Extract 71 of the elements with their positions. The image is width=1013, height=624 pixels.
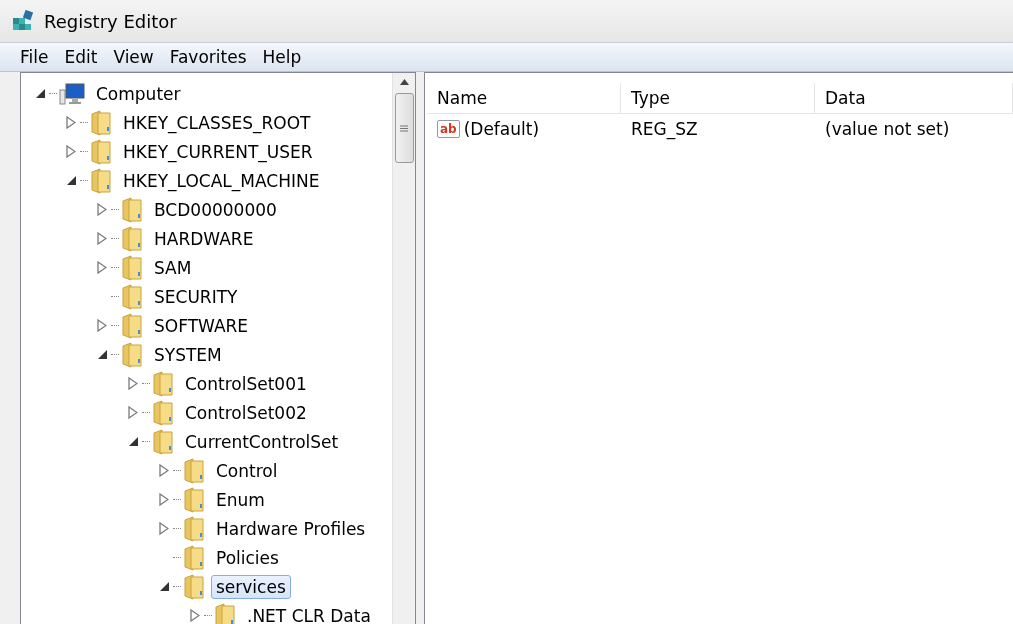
tree-item[interactable]: SAM — [149, 255, 197, 280]
folder-icon — [90, 167, 112, 194]
expand-icon[interactable] — [66, 145, 76, 158]
menu-item[interactable]: View — [107, 47, 160, 67]
expand-icon[interactable] — [97, 232, 107, 245]
folder-icon — [152, 370, 174, 397]
folder-icon — [121, 225, 143, 252]
folder-icon — [152, 428, 174, 455]
tree-item[interactable]: HKEY_CURRENT_USER — [118, 139, 318, 164]
folder-icon — [121, 254, 143, 281]
expand-icon[interactable] — [159, 522, 169, 535]
expand-icon[interactable] — [97, 261, 107, 274]
string-value-icon: ab — [437, 120, 460, 138]
folder-icon — [121, 312, 143, 339]
tree-item[interactable]: BCD00000000 — [149, 197, 282, 222]
scroll-up-icon[interactable] — [399, 79, 409, 85]
folder-icon — [121, 341, 143, 368]
collapse-icon[interactable] — [34, 88, 46, 99]
folder-icon — [183, 573, 205, 600]
folder-icon — [183, 486, 205, 513]
tree-item[interactable]: HKEY_CLASSES_ROOT — [118, 110, 316, 135]
menu-item[interactable]: Favorites — [163, 47, 253, 67]
folder-icon — [90, 109, 112, 136]
folder-icon — [90, 138, 112, 165]
menu-item[interactable]: Help — [256, 47, 308, 67]
tree-item[interactable]: ControlSet002 — [180, 400, 312, 425]
expand-icon[interactable] — [97, 203, 107, 216]
tree-item[interactable]: CurrentControlSet — [180, 429, 344, 454]
expand-icon[interactable] — [128, 377, 138, 390]
collapse-icon[interactable] — [96, 349, 108, 360]
tree-item[interactable]: Computer — [91, 81, 186, 106]
computer-icon — [59, 81, 85, 106]
tree-item[interactable]: SOFTWARE — [149, 313, 254, 338]
collapse-icon[interactable] — [158, 581, 170, 592]
folder-icon — [152, 399, 174, 426]
tree-item[interactable]: .NET CLR Data — [242, 603, 376, 624]
folder-icon — [183, 515, 205, 542]
column-header[interactable]: Data — [815, 83, 1013, 113]
tree-item[interactable]: HKEY_LOCAL_MACHINE — [118, 168, 325, 193]
tree-item[interactable]: HARDWARE — [149, 226, 259, 251]
expand-icon[interactable] — [66, 116, 76, 129]
column-header[interactable]: Name — [427, 83, 621, 113]
folder-icon — [183, 457, 205, 484]
table-cell-text: REG_SZ — [630, 119, 699, 139]
folder-icon — [121, 196, 143, 223]
expand-icon[interactable] — [159, 493, 169, 506]
tree-item[interactable]: ControlSet001 — [180, 371, 312, 396]
scrollbar-thumb[interactable] — [394, 93, 414, 163]
table-cell-text: (value not set) — [824, 119, 951, 139]
tree-item[interactable]: services — [211, 574, 291, 599]
window-title: Registry Editor — [44, 10, 177, 32]
expand-icon[interactable] — [128, 406, 138, 419]
tree-item[interactable]: SECURITY — [149, 284, 243, 309]
tree-item[interactable]: SYSTEM — [149, 342, 227, 367]
value-name[interactable]: (Default) — [463, 119, 540, 139]
app-icon — [12, 10, 36, 32]
collapse-icon[interactable] — [127, 436, 139, 447]
expand-icon[interactable] — [97, 319, 107, 332]
collapse-icon[interactable] — [65, 175, 77, 186]
menu-item[interactable]: File — [14, 47, 55, 67]
tree-item[interactable]: Control — [211, 458, 283, 483]
tree-item[interactable]: Policies — [211, 545, 284, 570]
expand-icon[interactable] — [190, 609, 200, 622]
folder-icon — [214, 602, 236, 624]
tree-item[interactable]: Hardware Profiles — [211, 516, 371, 541]
folder-icon — [121, 283, 143, 310]
column-header[interactable]: Type — [621, 83, 815, 113]
expand-icon[interactable] — [159, 464, 169, 477]
folder-icon — [183, 544, 205, 571]
tree-item[interactable]: Enum — [211, 487, 270, 512]
menu-item[interactable]: Edit — [58, 47, 104, 67]
